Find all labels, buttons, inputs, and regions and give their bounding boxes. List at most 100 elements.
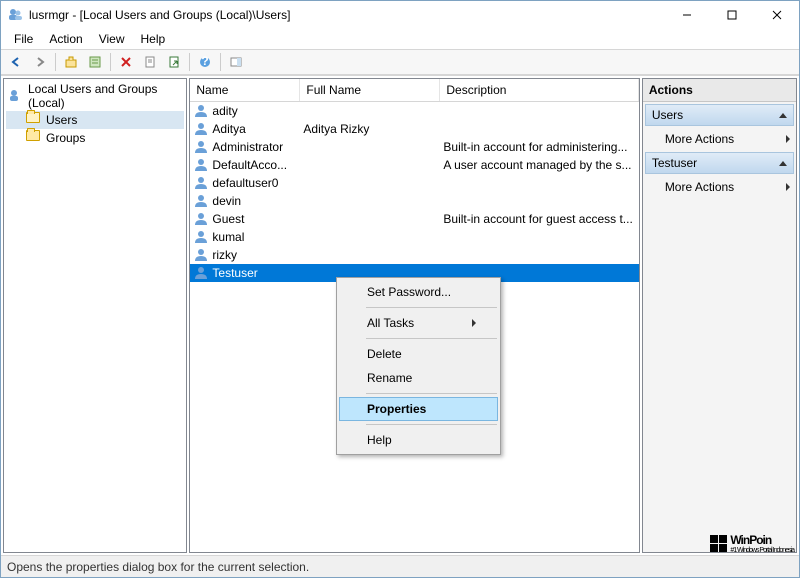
window-title: lusrmgr - [Local Users and Groups (Local…	[29, 8, 664, 22]
table-row[interactable]: Guest Built-in account for guest access t…	[190, 210, 638, 228]
separator	[366, 307, 497, 308]
actions-section-testuser-label: Testuser	[652, 156, 697, 170]
tree-root-label: Local Users and Groups (Local)	[28, 82, 182, 110]
cell-name: adity	[212, 104, 303, 118]
actions-more-testuser[interactable]: More Actions	[643, 176, 796, 198]
folder-icon	[26, 130, 42, 146]
user-icon	[193, 175, 209, 191]
cell-name: DefaultAcco...	[212, 158, 303, 172]
actions-section-testuser[interactable]: Testuser	[645, 152, 794, 174]
chevron-right-icon	[786, 135, 790, 143]
user-icon	[193, 211, 209, 227]
toolbar: ?	[1, 49, 799, 75]
column-name[interactable]: Name	[190, 79, 300, 101]
users-groups-icon	[8, 88, 24, 104]
watermark-brand: WinPoin	[730, 533, 771, 547]
actions-more-users-label: More Actions	[665, 132, 734, 146]
show-hide-action-pane-button[interactable]	[225, 51, 247, 73]
actions-more-testuser-label: More Actions	[665, 180, 734, 194]
status-text: Opens the properties dialog box for the …	[7, 560, 309, 574]
table-row[interactable]: rizky	[190, 246, 638, 264]
tree-users[interactable]: Users	[6, 111, 184, 129]
cell-name: kumal	[212, 230, 303, 244]
back-button[interactable]	[5, 51, 27, 73]
tree-groups[interactable]: Groups	[6, 129, 184, 147]
table-row[interactable]: defaultuser0	[190, 174, 638, 192]
user-icon	[193, 121, 209, 137]
minimize-button[interactable]	[664, 1, 709, 29]
collapse-icon	[779, 113, 787, 118]
titlebar: lusrmgr - [Local Users and Groups (Local…	[1, 1, 799, 29]
tree-pane[interactable]: Local Users and Groups (Local) Users Gro…	[3, 78, 187, 553]
folder-open-icon	[26, 112, 42, 128]
user-icon	[193, 193, 209, 209]
table-row[interactable]: kumal	[190, 228, 638, 246]
svg-text:?: ?	[201, 55, 208, 68]
context-rename[interactable]: Rename	[339, 366, 498, 390]
list-header: Name Full Name Description	[190, 79, 638, 102]
actions-header: Actions	[643, 79, 796, 102]
app-icon	[7, 7, 23, 23]
menu-file[interactable]: File	[7, 30, 40, 48]
menu-view[interactable]: View	[92, 30, 132, 48]
menubar: File Action View Help	[1, 29, 799, 49]
user-icon	[193, 103, 209, 119]
table-row[interactable]: devin	[190, 192, 638, 210]
context-help[interactable]: Help	[339, 428, 498, 452]
cell-fullname: Aditya Rizky	[303, 122, 443, 136]
cell-name: defaultuser0	[212, 176, 303, 190]
context-menu: Set Password... All Tasks Delete Rename …	[336, 277, 501, 455]
help-button[interactable]: ?	[194, 51, 216, 73]
column-fullname[interactable]: Full Name	[300, 79, 440, 101]
properties-button[interactable]	[84, 51, 106, 73]
context-all-tasks[interactable]: All Tasks	[339, 311, 498, 335]
actions-pane: Actions Users More Actions Testuser More…	[642, 78, 797, 553]
separator	[366, 393, 497, 394]
export-button[interactable]	[163, 51, 185, 73]
maximize-button[interactable]	[709, 1, 754, 29]
actions-more-users[interactable]: More Actions	[643, 128, 796, 150]
context-delete[interactable]: Delete	[339, 342, 498, 366]
winpoin-logo-icon	[710, 535, 728, 553]
table-row[interactable]: DefaultAcco... A user account managed by …	[190, 156, 638, 174]
user-icon	[193, 157, 209, 173]
collapse-icon	[779, 161, 787, 166]
watermark-tag: #1 Windows Portal Indonesia	[730, 547, 794, 554]
context-properties[interactable]: Properties	[339, 397, 498, 421]
menu-action[interactable]: Action	[42, 30, 89, 48]
chevron-right-icon	[786, 183, 790, 191]
cell-name: devin	[212, 194, 303, 208]
cell-description: Built-in account for guest access t...	[443, 212, 638, 226]
close-button[interactable]	[754, 1, 799, 29]
context-set-password[interactable]: Set Password...	[339, 280, 498, 304]
user-icon	[193, 247, 209, 263]
user-icon	[193, 265, 209, 281]
actions-section-users-label: Users	[652, 108, 683, 122]
table-row[interactable]: Administrator Built-in account for admini…	[190, 138, 638, 156]
tree-users-label: Users	[46, 113, 77, 127]
status-bar: Opens the properties dialog box for the …	[1, 555, 799, 577]
separator	[366, 424, 497, 425]
menu-help[interactable]: Help	[134, 30, 173, 48]
table-row[interactable]: adity	[190, 102, 638, 120]
cell-name: Aditya	[212, 122, 303, 136]
cell-name: Guest	[212, 212, 303, 226]
cell-name: Administrator	[212, 140, 303, 154]
watermark: WinPoin #1 Windows Portal Indonesia	[710, 533, 794, 554]
cell-name: rizky	[212, 248, 303, 262]
table-row[interactable]: AdityaAditya Rizky	[190, 120, 638, 138]
cell-description: Built-in account for administering...	[443, 140, 638, 154]
actions-section-users[interactable]: Users	[645, 104, 794, 126]
user-icon	[193, 229, 209, 245]
separator	[366, 338, 497, 339]
delete-button[interactable]	[115, 51, 137, 73]
forward-button[interactable]	[29, 51, 51, 73]
up-button[interactable]	[60, 51, 82, 73]
refresh-button[interactable]	[139, 51, 161, 73]
column-description[interactable]: Description	[440, 79, 638, 101]
tree-groups-label: Groups	[46, 131, 85, 145]
chevron-right-icon	[472, 319, 476, 327]
tree-root[interactable]: Local Users and Groups (Local)	[6, 81, 184, 111]
user-icon	[193, 139, 209, 155]
cell-description: A user account managed by the s...	[443, 158, 638, 172]
